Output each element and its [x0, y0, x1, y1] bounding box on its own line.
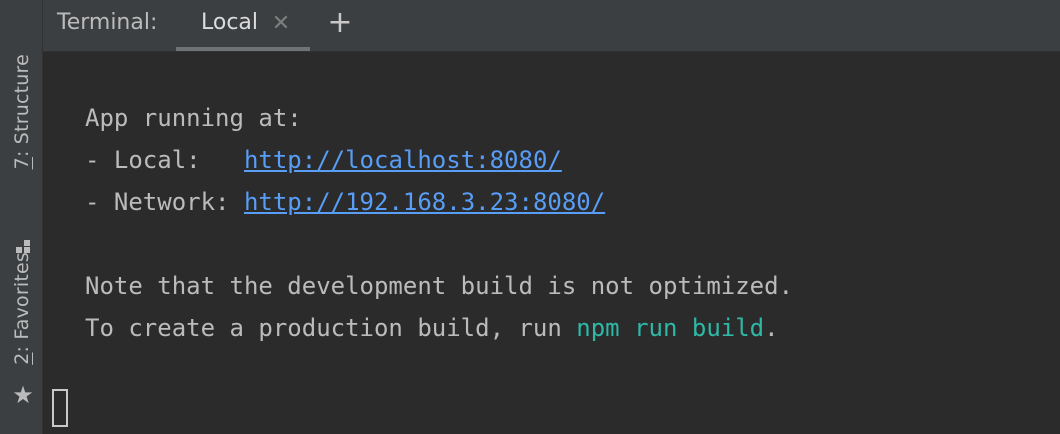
command-text: npm run build — [576, 314, 765, 342]
tab-label: Local — [201, 10, 259, 35]
terminal-title: Terminal: — [57, 10, 158, 35]
structure-tool-button[interactable]: 7: Structure — [0, 50, 42, 253]
output-line-network: - Network: http://192.168.3.23:8080/ — [85, 188, 606, 216]
output-line: Note that the development build is not o… — [85, 272, 794, 300]
terminal-output[interactable]: App running at: - Local: http://localhos… — [43, 52, 1060, 434]
active-tab-indicator — [176, 47, 310, 51]
output-line-local: - Local: http://localhost:8080/ — [85, 146, 562, 174]
favorites-tool-button[interactable]: 2: Favorites ★ — [0, 248, 42, 413]
terminal-tab-bar: Terminal: Local ✕ + — [43, 0, 1060, 52]
output-line: App running at: — [85, 104, 302, 132]
terminal-cursor — [52, 389, 68, 427]
close-icon[interactable]: ✕ — [269, 11, 293, 37]
tab-local[interactable]: Local ✕ — [176, 0, 310, 51]
star-icon: ★ — [12, 381, 34, 409]
plus-icon[interactable]: + — [326, 8, 354, 38]
network-url-link[interactable]: http://192.168.3.23:8080/ — [244, 188, 605, 216]
ide-window: 7: Structure 2: Favorites ★ Terminal: Lo… — [0, 0, 1060, 434]
local-url-link[interactable]: http://localhost:8080/ — [244, 146, 562, 174]
tool-window-stripe: 7: Structure 2: Favorites ★ — [0, 0, 43, 434]
favorites-label: 2: Favorites — [11, 252, 33, 365]
structure-label: 7: Structure — [11, 54, 33, 170]
output-line-build: To create a production build, run npm ru… — [85, 314, 779, 342]
